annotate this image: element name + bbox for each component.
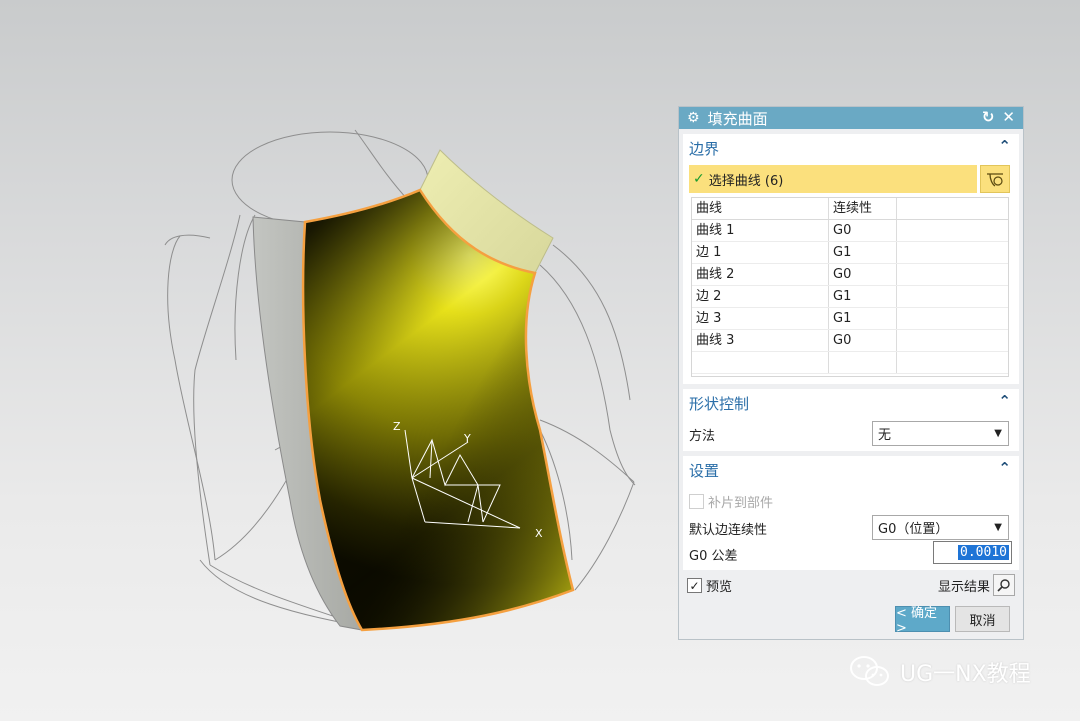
- g0-tolerance-input[interactable]: 0.0010: [933, 541, 1012, 564]
- g0-tolerance-label: G0 公差: [689, 548, 738, 564]
- patch-to-part-label: 补片到部件: [708, 495, 774, 511]
- boundary-header[interactable]: 边界 ⌃: [683, 134, 1019, 162]
- show-result-label: 显示结果: [937, 579, 990, 595]
- method-value: 无: [878, 428, 892, 443]
- row-continuity[interactable]: G0: [829, 220, 897, 241]
- row-curve: 曲线 3: [692, 330, 829, 351]
- table-row[interactable]: 曲线 1 G0: [692, 220, 1008, 242]
- row-curve: 曲线 2: [692, 264, 829, 285]
- boundary-section: 边界 ⌃ ✓ 选择曲线 (6) 曲线 连续性 曲线 1 G0 边 1 G1 曲线…: [683, 134, 1019, 384]
- check-icon: ✓: [693, 171, 705, 187]
- g0-tolerance-value: 0.0010: [958, 545, 1009, 560]
- select-curve-label: 选择曲线 (6): [708, 173, 784, 189]
- cancel-button[interactable]: 取消: [955, 606, 1010, 632]
- ok-button[interactable]: < 确定 >: [895, 606, 950, 636]
- dialog-footer: ✓ 预览 显示结果 < 确定 > 取消: [683, 572, 1019, 636]
- show-result-row: 显示结果: [938, 574, 1015, 596]
- shape-control-title: 形状控制: [689, 394, 750, 413]
- row-continuity[interactable]: G1: [829, 308, 897, 329]
- axis-x-label: X: [535, 527, 543, 540]
- reset-icon[interactable]: ↻: [982, 108, 995, 126]
- patch-to-part-row: 补片到部件: [689, 488, 1013, 514]
- shape-control-header[interactable]: 形状控制 ⌃: [683, 389, 1019, 417]
- patch-to-part-checkbox[interactable]: [689, 493, 704, 509]
- dropdown-arrow-icon: ▼: [994, 428, 1002, 439]
- row-curve: 边 3: [692, 308, 829, 329]
- row-continuity[interactable]: G1: [829, 286, 897, 307]
- axis-z-label: Z: [393, 420, 401, 433]
- collapse-icon[interactable]: ⌃: [998, 459, 1011, 477]
- table-row[interactable]: 边 2 G1: [692, 286, 1008, 308]
- show-result-button[interactable]: [993, 574, 1015, 596]
- row-continuity[interactable]: G0: [829, 264, 897, 285]
- curve-select-button[interactable]: [980, 165, 1010, 193]
- table-header: 曲线 连续性: [692, 198, 1008, 220]
- row-curve: 边 1: [692, 242, 829, 263]
- axis-y-label: Y: [463, 432, 471, 445]
- settings-title: 设置: [689, 461, 720, 480]
- row-continuity[interactable]: G0: [829, 330, 897, 351]
- row-continuity[interactable]: G1: [829, 242, 897, 263]
- watermark-text: UG一NX教程: [900, 662, 1031, 687]
- boundary-title: 边界: [689, 139, 720, 158]
- collapse-icon[interactable]: ⌃: [998, 137, 1011, 155]
- settings-header[interactable]: 设置 ⌃: [683, 456, 1019, 484]
- method-label: 方法: [689, 428, 716, 444]
- col-curve[interactable]: 曲线: [692, 198, 829, 219]
- row-curve: 曲线 1: [692, 220, 829, 241]
- table-row[interactable]: 曲线 2 G0: [692, 264, 1008, 286]
- gear-icon[interactable]: ⚙: [687, 110, 700, 126]
- default-continuity-select[interactable]: G0（位置） ▼: [872, 515, 1009, 540]
- table-row[interactable]: 边 1 G1: [692, 242, 1008, 264]
- table-row[interactable]: 边 3 G1: [692, 308, 1008, 330]
- col-continuity[interactable]: 连续性: [829, 198, 897, 219]
- preview-row: ✓ 预览: [687, 576, 732, 595]
- magnifier-icon: [997, 579, 1010, 592]
- watermark: UG一NX教程: [848, 654, 1031, 690]
- collapse-icon[interactable]: ⌃: [998, 392, 1011, 410]
- select-curve-row[interactable]: ✓ 选择曲线 (6): [689, 165, 977, 193]
- settings-section: 设置 ⌃ 补片到部件 默认边连续性 G0（位置） ▼ G0 公差 0.0010: [683, 456, 1019, 570]
- close-icon[interactable]: ✕: [1002, 108, 1015, 126]
- default-continuity-label: 默认边连续性: [689, 522, 768, 538]
- default-continuity-value: G0（位置）: [878, 522, 949, 537]
- curve-select-icon: [987, 173, 1003, 187]
- wechat-icon: [850, 656, 889, 686]
- table-row-empty: [692, 352, 1008, 374]
- dialog-title: 填充曲面: [707, 109, 768, 128]
- method-select[interactable]: 无 ▼: [872, 421, 1009, 446]
- shape-control-section: 形状控制 ⌃ 方法 无 ▼: [683, 389, 1019, 451]
- table-row[interactable]: 曲线 3 G0: [692, 330, 1008, 352]
- fill-surface-dialog: ⚙ 填充曲面 ↻ ✕ 边界 ⌃ ✓ 选择曲线 (6) 曲线 连续性 曲线 1 G…: [678, 106, 1024, 640]
- preview-label: 预览: [706, 580, 733, 595]
- curve-list-table[interactable]: 曲线 连续性 曲线 1 G0 边 1 G1 曲线 2 G0 边 2 G1 边 3…: [691, 197, 1009, 377]
- dialog-titlebar[interactable]: ⚙ 填充曲面 ↻ ✕: [679, 107, 1023, 129]
- preview-checkbox[interactable]: ✓: [687, 578, 702, 593]
- dropdown-arrow-icon: ▼: [994, 522, 1002, 533]
- row-curve: 边 2: [692, 286, 829, 307]
